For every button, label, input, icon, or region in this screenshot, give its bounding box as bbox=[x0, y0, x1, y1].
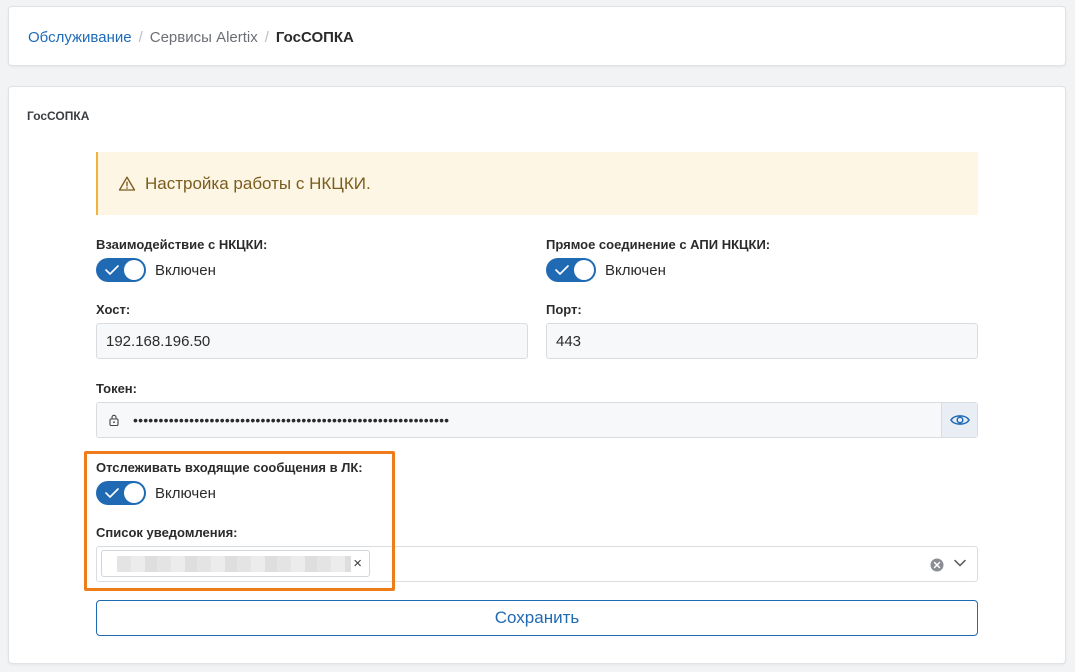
check-icon bbox=[555, 265, 569, 275]
track-messages-state: Включен bbox=[155, 484, 216, 502]
breadcrumb-card: Обслуживание / Сервисы Alertix / ГосСОПК… bbox=[8, 6, 1066, 66]
token-input[interactable]: ••••••••••••••••••••••••••••••••••••••••… bbox=[133, 412, 941, 428]
token-label: Токен: bbox=[96, 381, 137, 396]
direct-api-toggle-row: Включен bbox=[546, 258, 666, 282]
alert-text: Настройка работы с НКЦКИ. bbox=[145, 173, 371, 193]
breadcrumb-item-alertix-services[interactable]: Сервисы Alertix bbox=[150, 29, 258, 46]
host-label: Хост: bbox=[96, 302, 131, 317]
chevron-down-icon[interactable] bbox=[954, 559, 966, 567]
section-title: ГосСОПКА bbox=[27, 109, 90, 123]
interaction-toggle-row: Включен bbox=[96, 258, 216, 282]
chip-remove-icon[interactable]: × bbox=[353, 555, 362, 572]
reveal-token-button[interactable] bbox=[941, 403, 977, 437]
track-messages-label: Отслеживать входящие сообщения в ЛК: bbox=[96, 460, 363, 475]
breadcrumb-separator: / bbox=[264, 29, 269, 46]
redacted-value bbox=[117, 556, 351, 572]
interaction-state: Включен bbox=[155, 261, 216, 279]
settings-card: ГосСОПКА Настройка работы с НКЦКИ. Взаим… bbox=[8, 86, 1066, 664]
direct-api-label: Прямое соединение с АПИ НКЦКИ: bbox=[546, 237, 771, 252]
save-button[interactable]: Сохранить bbox=[96, 600, 978, 636]
toggle-knob bbox=[574, 260, 594, 280]
info-alert: Настройка работы с НКЦКИ. bbox=[96, 152, 978, 215]
port-label: Порт: bbox=[546, 302, 582, 317]
toggle-knob bbox=[124, 260, 144, 280]
direct-api-toggle[interactable] bbox=[546, 258, 596, 282]
toggle-knob bbox=[124, 483, 144, 503]
eye-icon bbox=[949, 415, 970, 425]
track-messages-toggle-row: Включен bbox=[96, 481, 216, 505]
track-messages-toggle[interactable] bbox=[96, 481, 146, 505]
port-input[interactable]: 443 bbox=[546, 323, 978, 359]
lock-icon bbox=[97, 403, 131, 437]
notification-list-chip: × bbox=[101, 550, 370, 577]
notification-list-label: Список уведомления: bbox=[96, 525, 238, 540]
breadcrumb: Обслуживание / Сервисы Alertix / ГосСОПК… bbox=[28, 29, 354, 46]
breadcrumb-item-current: ГосСОПКА bbox=[275, 29, 354, 46]
interaction-label: Взаимодействие с НКЦКИ: bbox=[96, 237, 268, 252]
clear-icon[interactable] bbox=[930, 558, 944, 572]
breadcrumb-item-maintenance[interactable]: Обслуживание bbox=[28, 29, 132, 46]
warning-icon bbox=[118, 176, 136, 191]
host-input[interactable]: 192.168.196.50 bbox=[96, 323, 528, 359]
interaction-toggle[interactable] bbox=[96, 258, 146, 282]
breadcrumb-separator: / bbox=[138, 29, 143, 46]
notification-list-select[interactable]: × bbox=[96, 546, 978, 582]
token-field: ••••••••••••••••••••••••••••••••••••••••… bbox=[96, 402, 978, 438]
direct-api-state: Включен bbox=[605, 261, 666, 279]
check-icon bbox=[105, 488, 119, 498]
check-icon bbox=[105, 265, 119, 275]
